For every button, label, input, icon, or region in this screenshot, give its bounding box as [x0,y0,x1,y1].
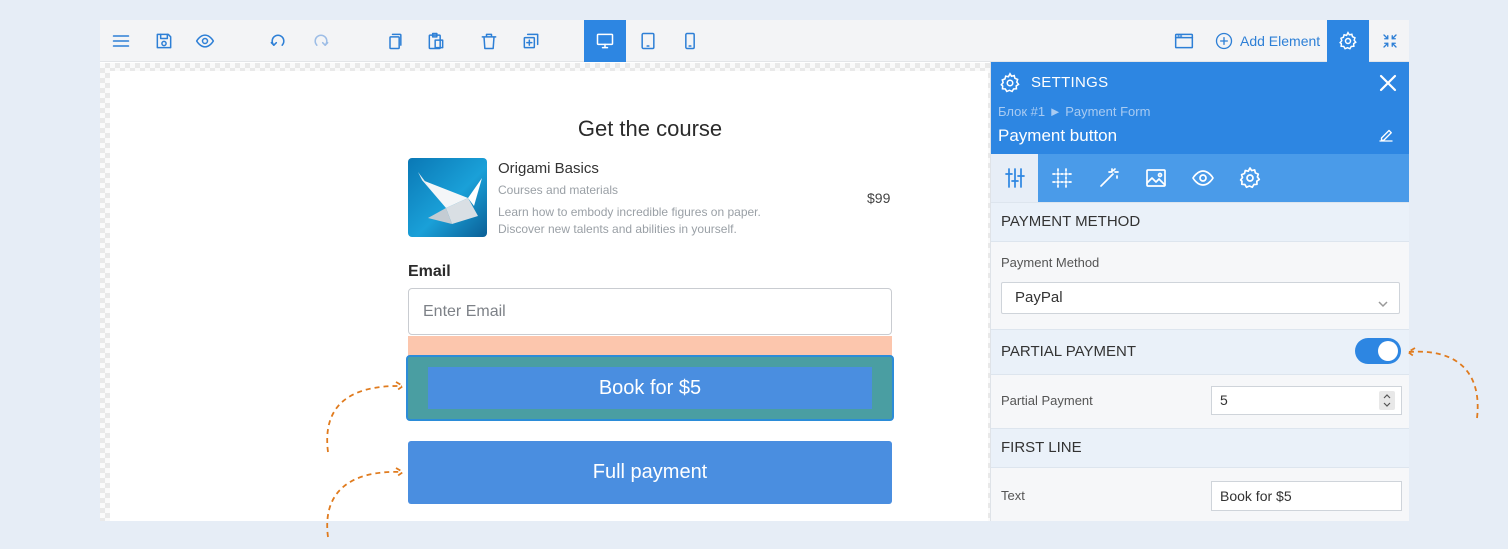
breadcrumb[interactable]: Блок #1 ► Payment Form [998,104,1150,119]
product-name: Origami Basics [498,160,599,177]
edit-pencil-icon[interactable] [1377,126,1397,146]
tab-grid[interactable] [1038,154,1085,202]
tab-advanced[interactable] [1226,154,1273,202]
magic-wand-icon [1099,168,1119,187]
delete-icon[interactable] [478,20,500,62]
email-field[interactable] [408,288,892,335]
layout-icon[interactable] [1172,20,1196,62]
editor-canvas: Get the course Origami Basics Courses an… [100,63,990,521]
collapse-icon[interactable] [1370,20,1409,62]
desktop-icon[interactable] [584,20,626,62]
section-first-line: FIRST LINE [991,428,1409,468]
arrow-to-toggle [1407,350,1479,419]
section-partial-payment: PARTIAL PAYMENT [991,329,1409,375]
editor-app: Add Element Get the course Origami Basic… [100,20,1409,521]
product-subtitle: Courses and materials [498,183,619,197]
email-label: Email [408,263,451,280]
partial-payment-label: Partial Payment [1001,393,1093,408]
settings-title: SETTINGS [1031,74,1109,91]
full-payment-button[interactable]: Full payment [408,441,892,504]
paste-icon[interactable] [425,20,447,62]
plus-circle-icon [1215,32,1233,50]
gear-icon[interactable] [1327,20,1369,62]
book-button[interactable]: Book for $5 [428,367,872,409]
payment-method-select[interactable]: PayPal [1001,282,1400,314]
spacing-highlight [408,336,892,356]
text-field[interactable]: Book for $5 [1211,481,1402,511]
course-heading: Get the course [577,116,723,141]
product-description: Learn how to embody incredible figures o… [498,205,761,236]
product-price: $99 [867,190,891,206]
text-value: Book for $5 [1220,488,1292,504]
grid-icon [1051,168,1072,188]
payment-method-value: PayPal [1015,289,1063,306]
toggle-knob [1378,341,1398,361]
section-payment-method: PAYMENT METHOD [991,202,1409,242]
top-toolbar: Add Element [100,20,1409,62]
settings-header: SETTINGS Блок #1 ► Payment Form Payment … [991,62,1409,154]
redo-icon[interactable] [310,20,332,62]
text-label: Text [1001,488,1025,503]
settings-tabs [991,154,1409,202]
partial-payment-input[interactable]: 5 [1211,386,1402,415]
preview-icon[interactable] [194,20,216,62]
product-thumbnail [408,158,487,237]
close-icon[interactable] [1377,72,1399,94]
menu-icon[interactable] [110,20,132,62]
copy-icon[interactable] [384,20,406,62]
tab-sliders[interactable] [991,154,1038,202]
element-name: Payment button [998,126,1118,145]
tab-effects[interactable] [1085,154,1132,202]
settings-gear-icon [999,72,1021,94]
eye-icon [1191,170,1214,186]
image-icon [1145,169,1166,187]
partial-payment-toggle[interactable] [1355,338,1401,364]
mobile-icon[interactable] [679,20,701,62]
partial-payment-value: 5 [1220,392,1228,408]
selected-element-outline[interactable]: Book for $5 [406,355,894,421]
arrow-head-toggle [1406,347,1416,358]
undo-icon[interactable] [267,20,289,62]
partial-payment-heading: PARTIAL PAYMENT [1001,343,1137,360]
page-area: Get the course Origami Basics Courses an… [110,71,988,521]
duplicate-icon[interactable] [520,20,542,62]
tablet-icon[interactable] [637,20,659,62]
save-icon[interactable] [153,20,175,62]
chevron-down-icon [1377,291,1389,308]
settings-panel: SETTINGS Блок #1 ► Payment Form Payment … [990,62,1409,521]
tab-visibility[interactable] [1179,154,1226,202]
number-stepper[interactable] [1379,391,1395,410]
gear-icon [1239,167,1260,189]
payment-method-label: Payment Method [1001,255,1100,270]
tab-image[interactable] [1132,154,1179,202]
add-element-button[interactable]: Add Element [1214,20,1320,62]
sliders-icon [1004,168,1025,188]
add-element-label: Add Element [1240,33,1321,49]
origami-crane-image [418,172,482,224]
